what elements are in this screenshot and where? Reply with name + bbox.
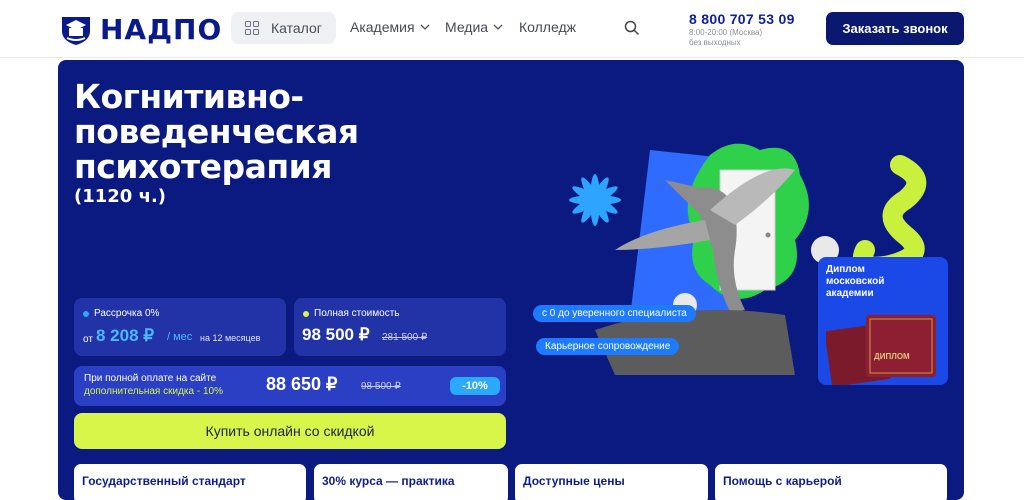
nav-media-label: Медиа [445,19,489,35]
discount-promo: При полной оплате на сайте дополнительна… [74,366,506,406]
chevron-down-icon [493,24,503,30]
feature-card-standard[interactable]: Государственный стандарт [74,464,306,500]
installment-dot [83,311,89,317]
lime-squiggle [852,155,927,277]
logo-emblem-icon [62,17,90,45]
feature-label: Доступные цены [523,474,625,488]
nav-college-label: Колледж [519,19,576,35]
work-hours-line2: без выходных [689,38,741,47]
phone-number[interactable]: 8 800 707 53 09 [689,11,795,27]
star-flower-icon [569,174,621,226]
full-price-label: Полная стоимость [314,308,400,319]
nav-academy-label: Академия [350,19,415,35]
nav-college[interactable]: Колледж [519,19,576,35]
promo-line2: дополнительная скидка - 10% [84,386,223,397]
nav-academy[interactable]: Академия [350,19,430,35]
diploma-cover-text: ДИПЛОМ [874,352,910,361]
promo-line1: При полной оплате на сайте [84,373,217,384]
installment-amount: 8 208 ₽ [96,326,155,345]
full-price-dot [303,311,309,317]
diploma-book-icon [826,315,936,385]
diploma-card-title: Диплом московской академии [826,264,885,299]
course-title: Когнитивно-поведенческая психотерапия [74,77,359,186]
feature-card-career[interactable]: Помощь с карьерой [715,464,947,500]
installment-card: Рассрочка 0% от 8 208 ₽ / мес на 12 меся… [74,298,286,356]
logo[interactable]: НАДПО [58,11,222,47]
promo-price: 88 650 ₽ [266,374,338,394]
buy-online-button[interactable]: Купить онлайн со скидкой [74,413,506,449]
pill-career: Карьерное сопровождение [536,338,680,355]
diploma-card: Диплом московской академии ДИПЛОМ [818,257,948,385]
search-icon[interactable] [624,20,640,36]
installment-per: / мес [167,331,193,343]
catalog-label: Каталог [271,20,322,36]
promo-old-price: 98 500 ₽ [361,381,401,392]
installment-label: Рассрочка 0% [94,308,160,319]
chevron-down-icon [420,24,430,30]
site-header: НАДПО Каталог Академия Медиа Колледж 8 8… [0,0,1024,58]
feature-label: 30% курса — практика [322,474,455,488]
pill-specialist: с 0 до уверенного специалиста [533,305,696,322]
work-hours-line1: 8:00-20:00 (Москва) [689,28,763,37]
installment-prefix: от [83,334,93,345]
nav-media[interactable]: Медиа [445,19,503,35]
course-hours: (1120 ч.) [74,186,167,207]
full-price-old: 281 500 ₽ [382,332,428,343]
discount-badge: -10% [450,377,500,395]
full-price-amount: 98 500 ₽ [302,325,370,344]
catalog-button[interactable]: Каталог [231,12,336,44]
order-call-button[interactable]: Заказать звонок [826,12,964,45]
work-hours: 8:00-20:00 (Москва) без выходных [689,28,762,48]
logo-text: НАДПО [100,12,223,46]
full-price-card: Полная стоимость 98 500 ₽ 281 500 ₽ [294,298,506,356]
installment-term: на 12 месяцев [200,333,261,343]
feature-label: Государственный стандарт [82,474,246,488]
feature-card-practice[interactable]: 30% курса — практика [314,464,508,500]
feature-card-prices[interactable]: Доступные цены [515,464,708,500]
feature-label: Помощь с карьерой [723,474,842,488]
grid-icon [245,21,259,35]
